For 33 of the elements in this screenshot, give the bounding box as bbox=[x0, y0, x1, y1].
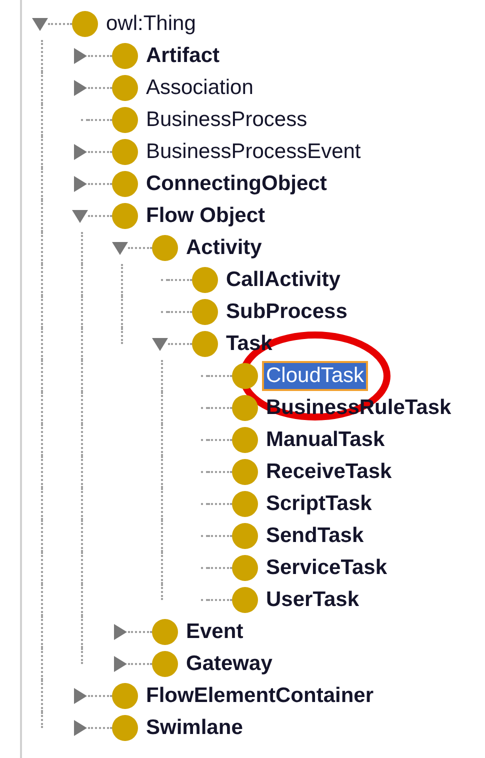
tree-node-label[interactable]: owl:Thing bbox=[102, 9, 200, 39]
tree-node-label[interactable]: ConnectingObject bbox=[142, 169, 331, 199]
caret-right-icon[interactable] bbox=[112, 656, 128, 672]
tree-node-label[interactable]: Artifact bbox=[142, 41, 224, 71]
caret-down-icon[interactable] bbox=[72, 208, 88, 224]
caret-down-icon[interactable] bbox=[152, 336, 168, 352]
tree-node-label[interactable]: CloudTask bbox=[262, 361, 368, 391]
tree-node-label[interactable]: Gateway bbox=[182, 649, 276, 679]
caret-down-icon[interactable] bbox=[112, 240, 128, 256]
caret-right-icon[interactable] bbox=[72, 48, 88, 64]
tree-node-label[interactable]: Flow Object bbox=[142, 201, 270, 231]
caret-down-icon[interactable] bbox=[32, 16, 48, 32]
caret-right-icon[interactable] bbox=[72, 176, 88, 192]
tree-node-label[interactable]: Event bbox=[182, 617, 248, 647]
tree-node-label[interactable]: Swimlane bbox=[142, 713, 247, 743]
tree-node-label[interactable]: ReceiveTask bbox=[262, 457, 396, 487]
tree-node-label[interactable]: BusinessProcessEvent bbox=[142, 137, 365, 167]
tree-node-label[interactable]: Activity bbox=[182, 233, 266, 263]
caret-right-icon[interactable] bbox=[72, 720, 88, 736]
caret-right-icon[interactable] bbox=[72, 688, 88, 704]
tree-node-label[interactable]: ScriptTask bbox=[262, 489, 376, 519]
caret-right-icon[interactable] bbox=[72, 80, 88, 96]
tree-node-label[interactable]: SubProcess bbox=[222, 297, 352, 327]
caret-right-icon[interactable] bbox=[72, 144, 88, 160]
tree-node-label[interactable]: CallActivity bbox=[222, 265, 344, 295]
tree-node-label[interactable]: ServiceTask bbox=[262, 553, 392, 583]
tree-node-label[interactable]: BusinessProcess bbox=[142, 105, 312, 135]
tree-node-label[interactable]: FlowElementContainer bbox=[142, 681, 378, 711]
tree-node-label[interactable]: ManualTask bbox=[262, 425, 389, 455]
tree-node-label[interactable]: UserTask bbox=[262, 585, 364, 615]
tree-node-label[interactable]: SendTask bbox=[262, 521, 368, 551]
tree-node-label[interactable]: Association bbox=[142, 73, 258, 103]
caret-right-icon[interactable] bbox=[112, 624, 128, 640]
